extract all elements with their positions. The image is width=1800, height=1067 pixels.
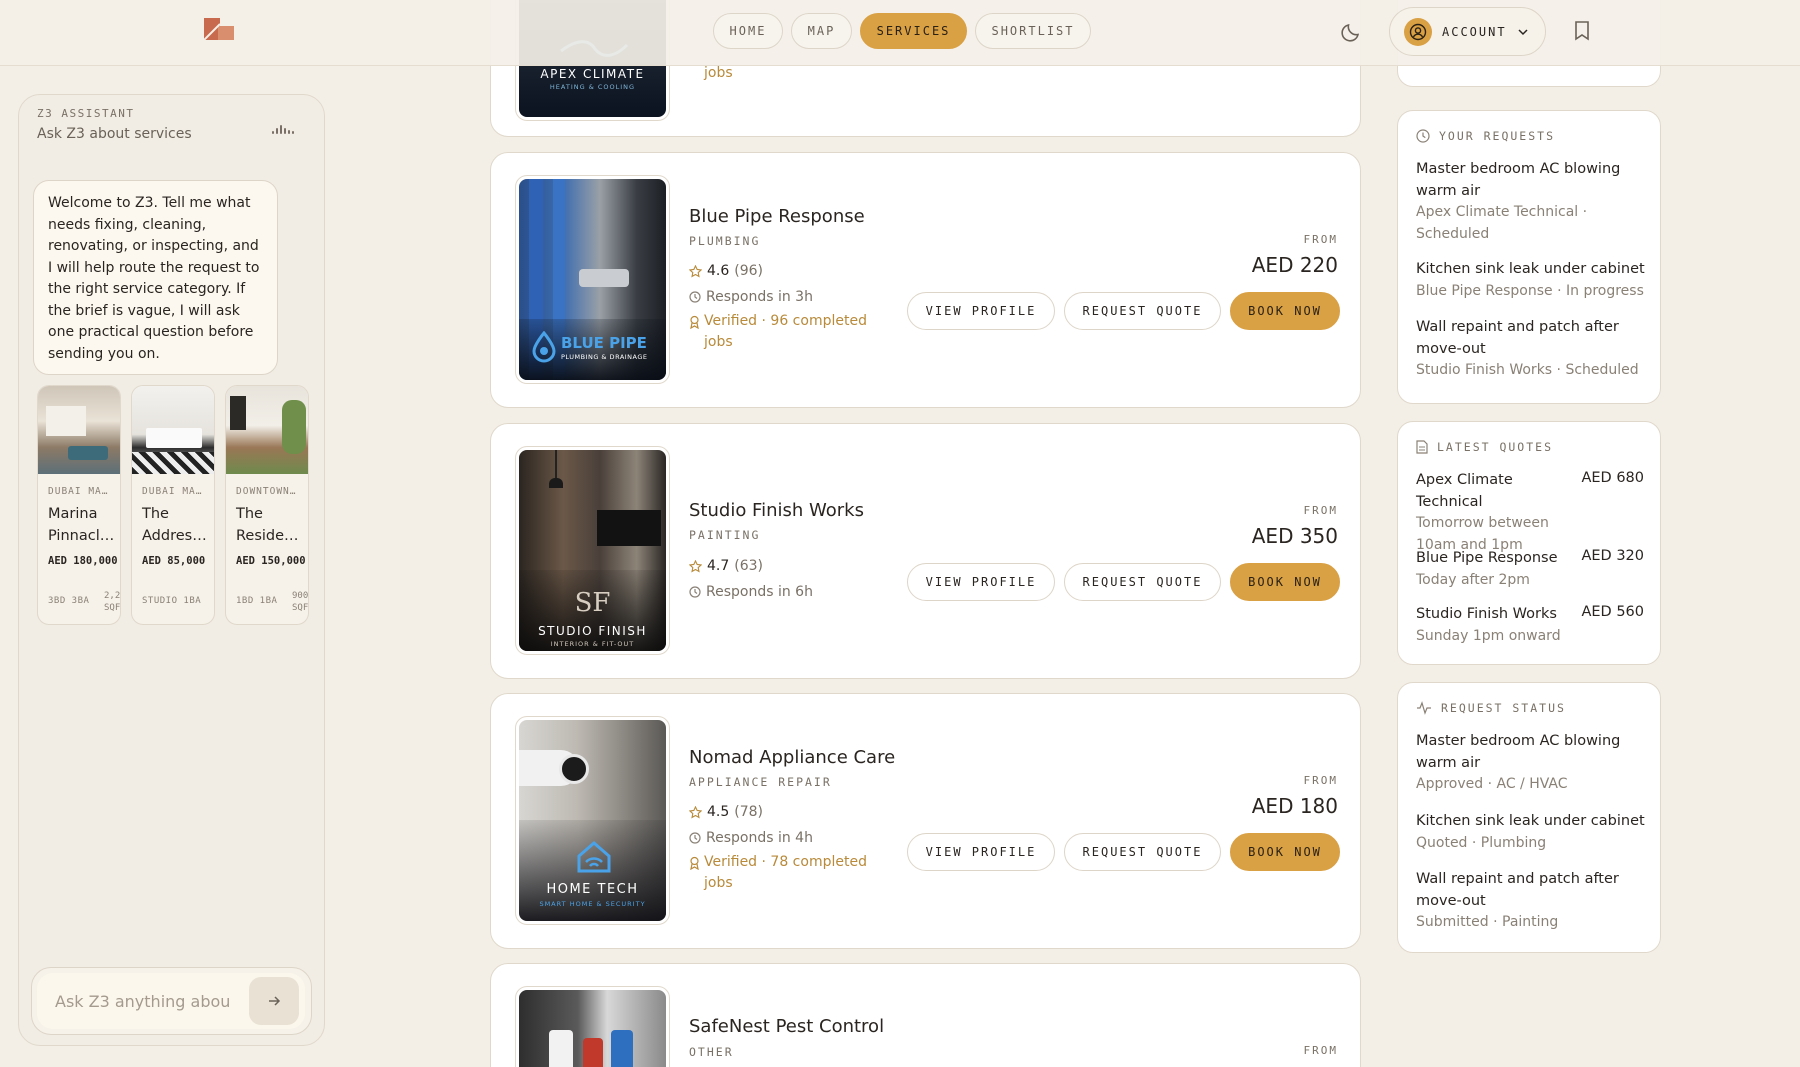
price: AED 220 [1251, 253, 1338, 277]
star-icon [689, 805, 702, 818]
star-icon [689, 264, 702, 277]
quote-item[interactable]: Apex Climate Technical Tomorrow between 1… [1416, 470, 1644, 556]
clock-icon [689, 586, 701, 598]
assistant-subtitle: Ask Z3 about services [37, 126, 192, 142]
nav-home[interactable]: HOME [713, 13, 783, 49]
chevron-down-icon [1518, 28, 1528, 35]
send-arrow-icon[interactable] [249, 977, 299, 1025]
service-thumbnail[interactable]: BLUE PIPE PLUMBING & DRAINAGE [515, 175, 670, 384]
quote-item[interactable]: Blue Pipe Response Today after 2pm AED 32… [1416, 548, 1644, 591]
service-thumbnail[interactable]: SF STUDIO FINISH INTERIOR & FIT-OUT [515, 446, 670, 655]
service-card-nomad-appliance: HOME TECH SMART HOME & SECURITY Nomad Ap… [490, 693, 1361, 949]
service-category: PLUMBING [689, 234, 761, 248]
response-time: Responds in 4h [689, 830, 813, 846]
your-requests-card: YOUR REQUESTS Master bedroom AC blowing … [1397, 110, 1661, 404]
book-now-button[interactable]: BOOK NOW [1230, 563, 1340, 601]
award-icon [690, 315, 699, 329]
service-thumbnail[interactable]: HOME TECH SMART HOME & SECURITY [515, 716, 670, 925]
brand-name: BLUE PIPE [561, 334, 647, 352]
assistant-kicker: Z3 ASSISTANT [37, 107, 135, 120]
quote-item[interactable]: Studio Finish Works Sunday 1pm onward AED… [1416, 604, 1644, 647]
request-quote-button[interactable]: REQUEST QUOTE [1064, 292, 1221, 330]
view-profile-button[interactable]: VIEW PROFILE [907, 563, 1055, 601]
property-card[interactable]: DOWNTOWN… The Reside… AED 150,000 1BD 1B… [225, 385, 309, 625]
service-card-blue-pipe: BLUE PIPE PLUMBING & DRAINAGE Blue Pipe … [490, 152, 1361, 408]
brand-monogram: SF [574, 588, 611, 618]
dark-mode-moon-icon[interactable] [1339, 20, 1363, 44]
account-label: ACCOUNT [1442, 24, 1507, 39]
brand-tagline: INTERIOR & FIT-OUT [550, 640, 635, 648]
price: AED 180 [1251, 794, 1338, 818]
status-item[interactable]: Kitchen sink leak under cabinet Quoted ·… [1416, 811, 1648, 854]
response-time: Responds in 3h [689, 289, 813, 305]
clock-icon [689, 832, 701, 844]
property-card[interactable]: DUBAI MA… Marina Pinnacl… AED 180,000 3B… [37, 385, 121, 625]
service-name[interactable]: Nomad Appliance Care [689, 747, 895, 768]
brand-tagline: PLUMBING & DRAINAGE [561, 353, 648, 361]
property-photo [226, 386, 308, 474]
property-card[interactable]: DUBAI MA… The Addres… AED 85,000 STUDIO … [131, 385, 215, 625]
account-button[interactable]: ACCOUNT [1389, 7, 1546, 56]
book-now-button[interactable]: BOOK NOW [1230, 292, 1340, 330]
logo-icon[interactable] [203, 18, 234, 41]
request-item[interactable]: Kitchen sink leak under cabinet Blue Pip… [1416, 259, 1648, 302]
service-name[interactable]: Blue Pipe Response [689, 206, 865, 227]
verified-badge: Verified · 78 completed jobs [689, 852, 879, 894]
brand-name: HOME TECH [546, 882, 639, 897]
main-nav: HOME MAP SERVICES SHORTLIST [713, 13, 1091, 49]
rating: 4.5 (78) [689, 804, 763, 820]
request-status-title: REQUEST STATUS [1416, 701, 1566, 715]
service-name[interactable]: SafeNest Pest Control [689, 1016, 884, 1037]
voice-waveform-icon[interactable] [272, 125, 294, 134]
request-status-card: REQUEST STATUS Master bedroom AC blowing… [1397, 682, 1661, 953]
assistant-welcome-message: Welcome to Z3. Tell me what needs fixing… [33, 180, 278, 375]
property-cards: DUBAI MA… Marina Pinnacl… AED 180,000 3B… [37, 385, 309, 625]
response-time: Responds in 6h [689, 584, 813, 600]
your-requests-title: YOUR REQUESTS [1416, 129, 1555, 143]
service-category: OTHER [689, 1045, 734, 1059]
award-icon [690, 856, 699, 870]
service-category: PAINTING [689, 528, 761, 542]
request-quote-button[interactable]: REQUEST QUOTE [1064, 563, 1221, 601]
view-profile-button[interactable]: VIEW PROFILE [907, 292, 1055, 330]
service-card-safenest: SafeNest Pest Control OTHER FROM [490, 963, 1361, 1067]
service-thumbnail[interactable] [515, 986, 670, 1067]
book-now-button[interactable]: BOOK NOW [1230, 833, 1340, 871]
service-category: APPLIANCE REPAIR [689, 775, 832, 789]
verified-badge: jobs [704, 65, 733, 81]
assistant-chat-box [31, 967, 312, 1035]
request-quote-button[interactable]: REQUEST QUOTE [1064, 833, 1221, 871]
star-icon [689, 559, 702, 572]
clock-icon [689, 291, 701, 303]
user-avatar-icon [1404, 17, 1432, 46]
clock-icon [1416, 129, 1430, 143]
brand-name: APEX CLIMATE [540, 67, 645, 81]
price: AED 350 [1251, 524, 1338, 548]
nav-map[interactable]: MAP [791, 13, 852, 49]
verified-badge: Verified · 96 completed jobs [689, 311, 879, 353]
status-item[interactable]: Master bedroom AC blowing warm air Appro… [1416, 731, 1648, 796]
activity-icon [1417, 701, 1431, 715]
nav-shortlist[interactable]: SHORTLIST [975, 13, 1091, 49]
document-icon [1416, 440, 1428, 454]
request-item[interactable]: Wall repaint and patch after move-out St… [1416, 317, 1648, 382]
top-header: HOME MAP SERVICES SHORTLIST ACCOUNT [0, 0, 1800, 66]
property-photo [38, 386, 120, 474]
latest-quotes-title: LATEST QUOTES [1416, 440, 1553, 454]
service-card-studio-finish: SF STUDIO FINISH INTERIOR & FIT-OUT Stud… [490, 423, 1361, 679]
brand-name: STUDIO FINISH [538, 624, 647, 638]
rating: 4.7 (63) [689, 558, 763, 574]
nav-services[interactable]: SERVICES [860, 13, 967, 49]
assistant-panel: Z3 ASSISTANT Ask Z3 about services Welco… [18, 94, 325, 1046]
request-item[interactable]: Master bedroom AC blowing warm air Apex … [1416, 159, 1648, 245]
property-photo [132, 386, 214, 474]
brand-tagline: SMART HOME & SECURITY [539, 900, 646, 908]
service-name[interactable]: Studio Finish Works [689, 500, 864, 521]
brand-tagline: HEATING & COOLING [549, 83, 636, 91]
status-item[interactable]: Wall repaint and patch after move-out Su… [1416, 869, 1648, 934]
rating: 4.6 (96) [689, 263, 763, 279]
view-profile-button[interactable]: VIEW PROFILE [907, 833, 1055, 871]
bookmark-icon[interactable] [1574, 21, 1590, 45]
latest-quotes-card: LATEST QUOTES Apex Climate Technical Tomo… [1397, 421, 1661, 665]
